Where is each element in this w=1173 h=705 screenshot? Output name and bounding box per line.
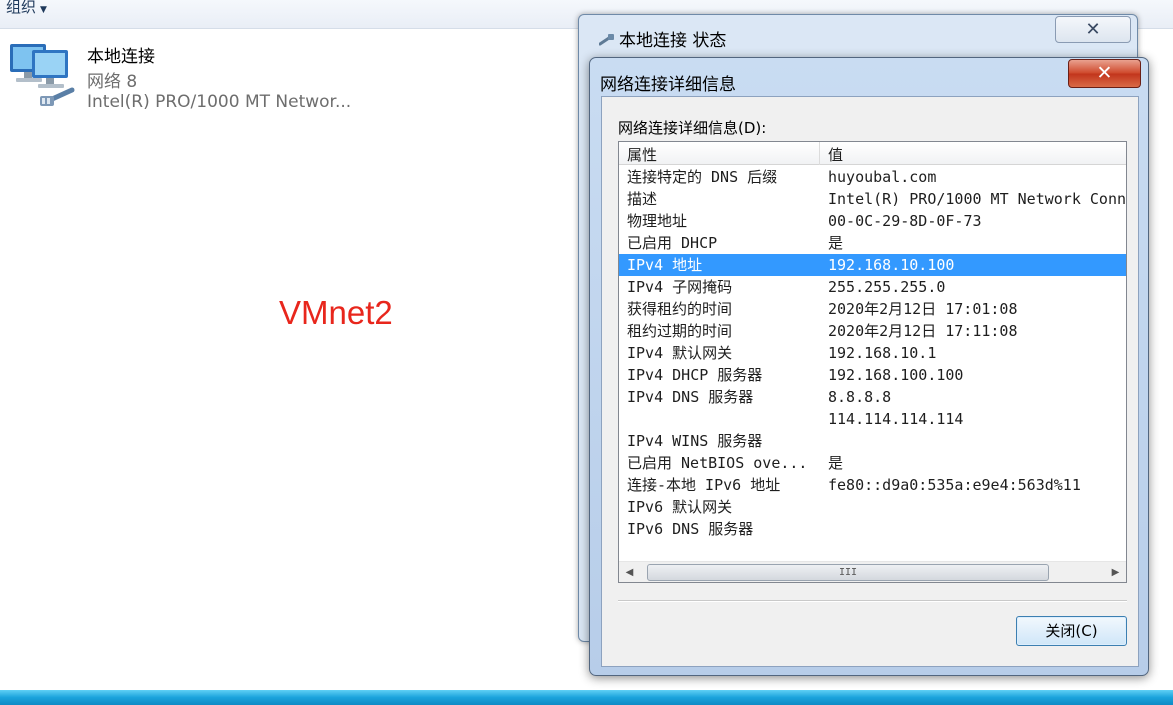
scroll-right-arrow-icon[interactable]: ▶	[1105, 562, 1126, 582]
row-property: 租约过期的时间	[627, 322, 733, 340]
column-header-value[interactable]: 值	[828, 144, 843, 165]
row-property: IPv6 DNS 服务器	[627, 520, 754, 538]
table-row[interactable]: 连接-本地 IPv6 地址 fe80::d9a0:535a:e9e4:563d%1…	[619, 474, 1126, 496]
connection-network: 网络 8	[87, 72, 138, 92]
row-property: IPv6 默认网关	[627, 498, 733, 516]
row-value: 2020年2月12日 17:11:08	[828, 322, 1018, 340]
row-property: IPv4 默认网关	[627, 344, 733, 362]
details-listview[interactable]: 属性 值 连接特定的 DNS 后缀 huyoubal.com 描述 Intel(R) …	[618, 141, 1127, 583]
details-close-button[interactable]: ✕	[1068, 59, 1141, 88]
row-property: IPv4 地址	[627, 256, 703, 274]
chevron-down-icon: ▼	[40, 5, 47, 15]
row-property: 描述	[627, 190, 658, 208]
network-connection-icon[interactable]	[6, 40, 78, 112]
row-property: IPv4 子网掩码	[627, 278, 733, 296]
table-row[interactable]: IPv4 子网掩码 255.255.255.0	[619, 276, 1126, 298]
details-list-label: 网络连接详细信息(D):	[618, 119, 767, 137]
list-rows: 连接特定的 DNS 后缀 huyoubal.com 描述 Intel(R) PRO/1…	[619, 166, 1126, 540]
connection-name[interactable]: 本地连接	[87, 42, 155, 67]
table-row[interactable]: 获得租约的时间 2020年2月12日 17:01:08	[619, 298, 1126, 320]
organize-label: 组织	[6, 0, 37, 16]
row-property: IPv4 WINS 服务器	[627, 432, 763, 450]
table-row[interactable]: IPv4 DNS 服务器 8.8.8.8	[619, 386, 1126, 408]
status-close-button[interactable]: ✕	[1055, 16, 1131, 43]
row-value: fe80::d9a0:535a:e9e4:563d%11	[828, 476, 1081, 494]
table-row[interactable]: 描述 Intel(R) PRO/1000 MT Network Conn	[619, 188, 1126, 210]
row-value: 00-0C-29-8D-0F-73	[828, 212, 982, 230]
row-property: 已启用 DHCP	[627, 234, 718, 252]
table-row[interactable]: IPv4 地址 192.168.10.100	[619, 254, 1126, 276]
row-value: 192.168.10.100	[828, 256, 955, 274]
row-value: 255.255.255.0	[828, 278, 946, 296]
row-property: IPv4 DNS 服务器	[627, 388, 754, 406]
row-value: Intel(R) PRO/1000 MT Network Conn	[828, 190, 1126, 208]
table-row[interactable]: IPv4 DHCP 服务器 192.168.100.100	[619, 364, 1126, 386]
row-property: 物理地址	[627, 212, 688, 230]
row-property: 连接-本地 IPv6 地址	[627, 476, 781, 494]
network-status-icon	[599, 34, 614, 46]
row-property: 获得租约的时间	[627, 300, 733, 318]
row-value: 114.114.114.114	[828, 410, 964, 428]
table-row[interactable]: IPv6 默认网关	[619, 496, 1126, 518]
details-dialog: 网络连接详细信息 ✕ 网络连接详细信息(D): 属性 值 连接特定的 DNS 后…	[589, 57, 1149, 676]
taskbar	[0, 690, 1173, 705]
table-row[interactable]: 连接特定的 DNS 后缀 huyoubal.com	[619, 166, 1126, 188]
table-row[interactable]: IPv4 默认网关 192.168.10.1	[619, 342, 1126, 364]
details-client-area: 网络连接详细信息(D): 属性 值 连接特定的 DNS 后缀 huyoubal.c…	[601, 96, 1139, 667]
close-button[interactable]: 关闭(C)	[1016, 616, 1127, 646]
row-value: 192.168.10.1	[828, 344, 937, 362]
list-header: 属性 值	[619, 142, 1126, 165]
vmnet-annotation: VMnet2	[279, 294, 393, 331]
row-value: huyoubal.com	[828, 168, 937, 186]
scroll-thumb[interactable]: III	[647, 564, 1049, 581]
status-window-title: 本地连接 状态	[619, 31, 727, 51]
connection-device: Intel(R) PRO/1000 MT Networ...	[87, 92, 352, 112]
table-row[interactable]: IPv6 DNS 服务器	[619, 518, 1126, 540]
horizontal-scrollbar[interactable]: ◀ III ▶	[619, 561, 1126, 582]
table-row[interactable]: 已启用 DHCP 是	[619, 232, 1126, 254]
column-divider[interactable]	[819, 142, 820, 165]
scroll-left-arrow-icon[interactable]: ◀	[619, 562, 640, 582]
table-row[interactable]: IPv4 WINS 服务器	[619, 430, 1126, 452]
row-property: 已启用 NetBIOS ove...	[627, 454, 808, 472]
details-dialog-title: 网络连接详细信息	[600, 75, 736, 95]
separator	[618, 600, 1127, 602]
row-value: 8.8.8.8	[828, 388, 892, 406]
row-value: 是	[828, 454, 844, 472]
table-row[interactable]: 114.114.114.114	[619, 408, 1126, 430]
row-value: 2020年2月12日 17:01:08	[828, 300, 1018, 318]
table-row[interactable]: 租约过期的时间 2020年2月12日 17:11:08	[619, 320, 1126, 342]
row-value: 192.168.100.100	[828, 366, 964, 384]
row-value: 是	[828, 234, 844, 252]
organize-menu[interactable]: 组织 ▼	[6, 0, 47, 17]
table-row[interactable]: 物理地址 00-0C-29-8D-0F-73	[619, 210, 1126, 232]
table-row[interactable]: 已启用 NetBIOS ove... 是	[619, 452, 1126, 474]
row-property: IPv4 DHCP 服务器	[627, 366, 763, 384]
column-header-property[interactable]: 属性	[627, 144, 657, 165]
row-property: 连接特定的 DNS 后缀	[627, 168, 778, 186]
